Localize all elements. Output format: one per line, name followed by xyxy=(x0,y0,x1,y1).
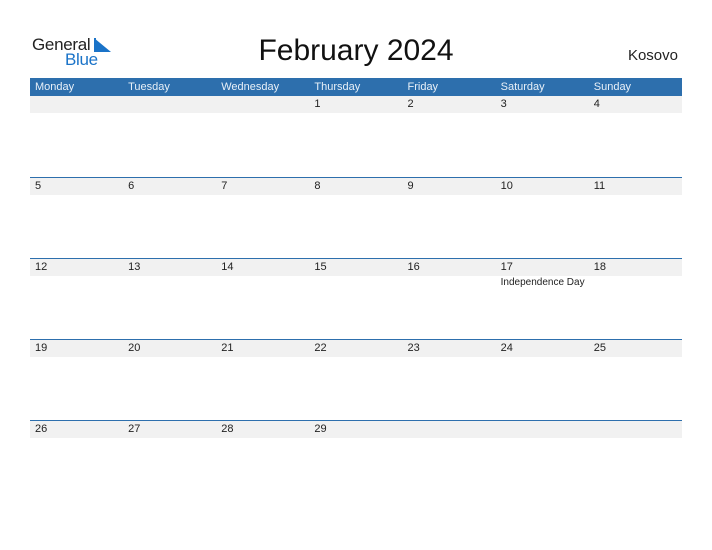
day-number: 19 xyxy=(35,342,48,354)
day-number: 11 xyxy=(593,180,606,192)
country-label: Kosovo xyxy=(627,47,678,64)
day-number xyxy=(216,96,309,113)
weekday-monday: Monday xyxy=(35,81,75,93)
day-number: 18 xyxy=(593,261,606,273)
day-number: 14 xyxy=(221,261,234,273)
day-number xyxy=(589,421,682,438)
day-number: 4 xyxy=(593,98,600,110)
weekday-wednesday: Wednesday xyxy=(221,81,280,93)
holiday-label xyxy=(403,276,496,290)
day-number: 24 xyxy=(500,342,513,354)
holiday-label xyxy=(309,276,402,290)
day-number xyxy=(403,421,496,438)
weekday-tuesday: Tuesday xyxy=(128,81,170,93)
date-band: 5 6 7 8 9 10 11 xyxy=(30,178,682,195)
weekday-thursday: Thursday xyxy=(314,81,361,93)
day-number: 2 xyxy=(407,98,414,110)
weeks-container: 1 2 3 4 5 6 7 8 9 10 11 12 13 14 15 16 17 18 Independence … xyxy=(30,96,682,501)
date-band: 19 20 21 22 23 24 25 xyxy=(30,340,682,357)
day-number: 26 xyxy=(35,423,48,435)
day-number: 10 xyxy=(500,180,513,192)
holiday-label: Independence Day xyxy=(500,277,585,288)
calendar-grid: Monday Tuesday Wednesday Thursday Friday… xyxy=(30,78,682,501)
day-number: 7 xyxy=(221,180,228,192)
day-number: 16 xyxy=(407,261,420,273)
day-number: 28 xyxy=(221,423,234,435)
weekday-header: Monday Tuesday Wednesday Thursday Friday… xyxy=(30,78,682,96)
day-number: 13 xyxy=(128,261,141,273)
day-number: 5 xyxy=(35,180,42,192)
week-row: 12 13 14 15 16 17 18 Independence Day xyxy=(30,258,682,339)
day-number: 27 xyxy=(128,423,141,435)
day-number: 3 xyxy=(500,98,507,110)
holiday-label xyxy=(30,276,123,290)
week-row: 5 6 7 8 9 10 11 xyxy=(30,177,682,258)
date-band: 26 27 28 29 xyxy=(30,421,682,438)
day-number: 17 xyxy=(500,261,513,273)
day-number: 20 xyxy=(128,342,141,354)
day-number xyxy=(496,421,589,438)
week-row: 19 20 21 22 23 24 25 xyxy=(30,339,682,420)
day-number: 9 xyxy=(407,180,414,192)
weekday-friday: Friday xyxy=(407,81,439,93)
holiday-row: Independence Day xyxy=(30,276,682,290)
day-number: 1 xyxy=(314,98,321,110)
week-row: 1 2 3 4 xyxy=(30,96,682,177)
date-band: 12 13 14 15 16 17 18 xyxy=(30,259,682,276)
calendar-title: February 2024 xyxy=(258,34,454,67)
holiday-label xyxy=(216,276,309,290)
day-number xyxy=(30,96,123,113)
date-band: 1 2 3 4 xyxy=(30,96,682,113)
day-number: 25 xyxy=(593,342,606,354)
day-number xyxy=(123,96,216,113)
day-number: 22 xyxy=(314,342,327,354)
weekday-saturday: Saturday xyxy=(500,81,545,93)
holiday-label xyxy=(123,276,216,290)
day-number: 8 xyxy=(314,180,321,192)
day-number: 21 xyxy=(221,342,234,354)
day-number: 6 xyxy=(128,180,135,192)
week-row: 26 27 28 29 xyxy=(30,420,682,501)
holiday-label xyxy=(589,276,682,290)
day-number: 29 xyxy=(314,423,327,435)
day-number: 15 xyxy=(314,261,327,273)
day-number: 12 xyxy=(35,261,48,273)
day-number: 23 xyxy=(407,342,420,354)
weekday-sunday: Sunday xyxy=(593,81,632,93)
